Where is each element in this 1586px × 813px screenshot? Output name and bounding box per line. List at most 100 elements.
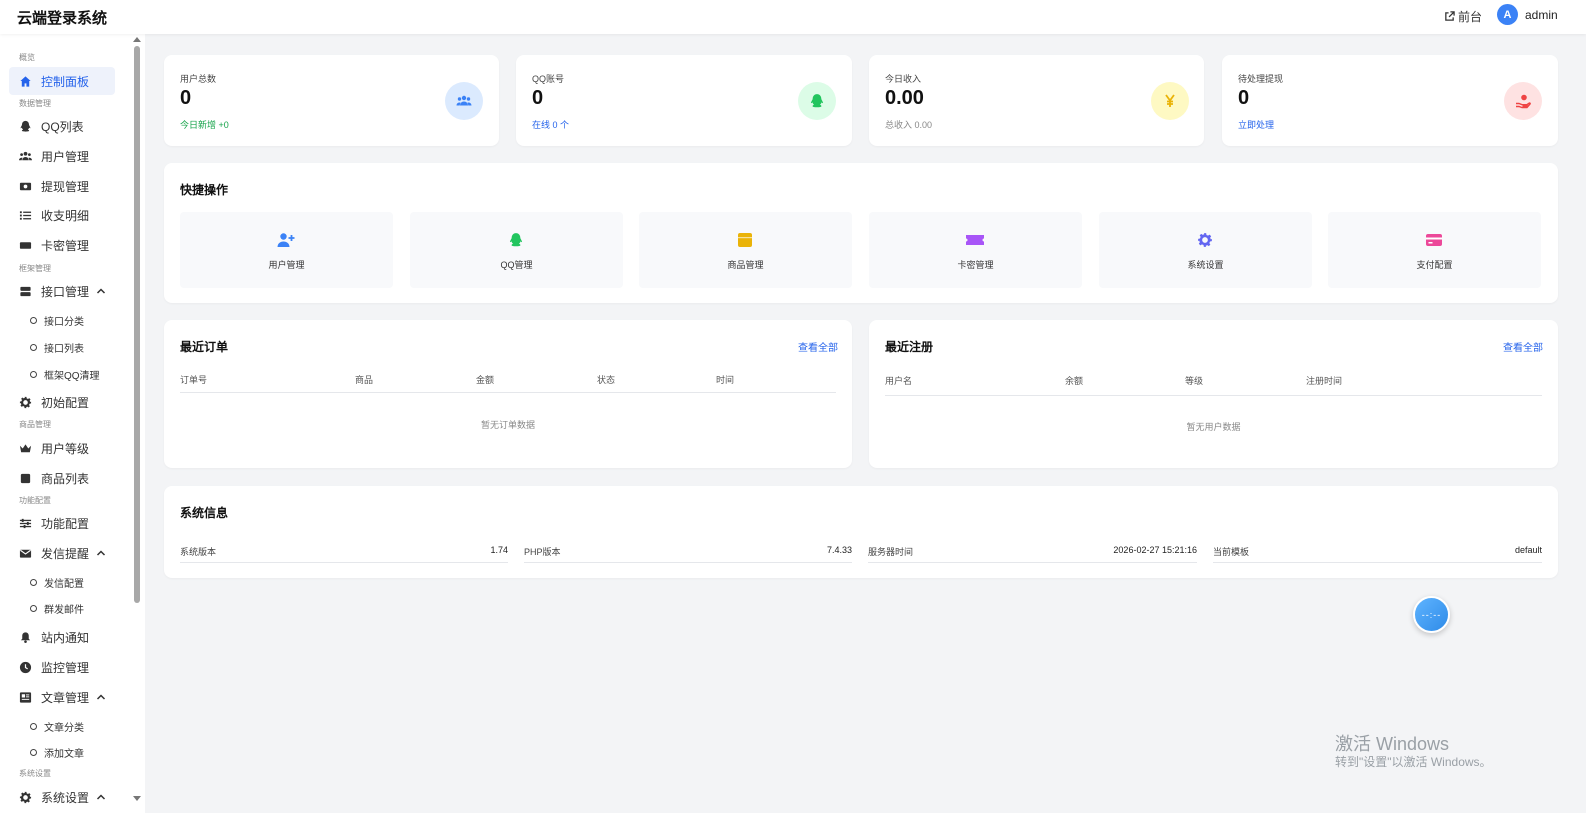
quick-action-payment[interactable]: 支付配置 (1328, 212, 1541, 288)
sidebar-section-system: 系统设置 (19, 769, 51, 778)
scroll-down-arrow[interactable] (133, 796, 141, 801)
sidebar-item-label: 商品列表 (41, 471, 90, 486)
sidebar-item-label: 文章管理 (41, 690, 90, 705)
sidebar-subitem-label: 框架QQ清理 (44, 370, 100, 382)
system-info-label: 系统版本 (180, 547, 217, 557)
sidebar-section-framework: 框架管理 (19, 264, 51, 273)
sidebar-subitem-api-category[interactable]: 接口分类 (30, 310, 84, 330)
sidebar-subitem-label: 文章分类 (44, 722, 84, 734)
quick-action-label: QQ管理 (500, 260, 533, 270)
circle-icon (30, 748, 37, 756)
qq-icon (798, 82, 836, 120)
registrations-view-all-link[interactable]: 查看全部 (1503, 339, 1543, 354)
sidebar-item-withdraw[interactable]: 提现管理 (9, 172, 115, 200)
quick-action-label: 商品管理 (727, 260, 764, 270)
divider (1213, 562, 1542, 563)
list-icon (19, 210, 32, 220)
sliders-icon (19, 518, 32, 528)
sidebar-item-users[interactable]: 用户管理 (9, 142, 115, 170)
sidebar-subitem-article-category[interactable]: 文章分类 (30, 716, 84, 736)
sidebar-subitem-api-list[interactable]: 接口列表 (30, 337, 84, 357)
sidebar-item-articles[interactable]: 文章管理 (9, 683, 115, 711)
divider (180, 562, 508, 563)
sidebar-item-system-settings[interactable]: 系统设置 (9, 783, 115, 811)
sidebar-subitem-bulk-mail[interactable]: 群发邮件 (30, 598, 84, 618)
sidebar-item-init-config[interactable]: 初始配置 (9, 388, 115, 416)
scrollbar-thumb[interactable] (134, 46, 140, 603)
sidebar-subitem-frame-qq-clean[interactable]: 框架QQ清理 (30, 364, 100, 384)
sidebar-item-mail-remind[interactable]: 发信提醒 (9, 539, 115, 567)
sidebar-section-overview: 概览 (19, 53, 35, 62)
process-now-link[interactable]: 立即处理 (1238, 118, 1274, 131)
top-header: 云端登录系统 前台 A admin (0, 0, 1586, 34)
sidebar-item-label: QQ列表 (41, 119, 84, 134)
quick-action-cards[interactable]: 卡密管理 (869, 212, 1082, 288)
divider (868, 562, 1197, 563)
quick-action-label: 卡密管理 (957, 260, 994, 270)
table-header: 注册时间 (1306, 376, 1343, 386)
stat-value: 0 (1238, 87, 1250, 109)
sidebar-section-feature: 功能配置 (19, 496, 51, 505)
sidebar-item-monitor[interactable]: 监控管理 (9, 653, 115, 681)
quick-action-settings[interactable]: 系统设置 (1099, 212, 1312, 288)
sidebar-subitem-label: 接口列表 (44, 343, 84, 355)
external-link-icon (1445, 11, 1455, 21)
sidebar-item-api[interactable]: 接口管理 (9, 277, 115, 305)
stat-label: 用户总数 (180, 74, 217, 84)
system-info-value: 1.74 (490, 545, 508, 555)
circle-icon (30, 722, 37, 730)
sidebar-item-feature-config[interactable]: 功能配置 (9, 509, 115, 537)
quick-action-users[interactable]: 用户管理 (180, 212, 393, 288)
floating-action-button[interactable]: --:-- (1413, 596, 1450, 633)
stat-sub: 今日新增 +0 (180, 120, 229, 130)
app-brand[interactable]: 云端登录系统 (17, 7, 107, 28)
sidebar-item-goods-list[interactable]: 商品列表 (9, 464, 115, 492)
newspaper-icon (19, 691, 32, 703)
sidebar-item-cards[interactable]: 卡密管理 (9, 231, 115, 259)
scroll-up-arrow[interactable] (133, 37, 141, 42)
yen-icon (1151, 82, 1189, 120)
stat-sub[interactable]: 在线 0 个 (532, 118, 569, 131)
quick-action-goods[interactable]: 商品管理 (639, 212, 852, 288)
recent-registrations-title: 最近注册 (885, 340, 934, 354)
box-icon (20, 473, 31, 483)
sidebar-item-label: 用户等级 (41, 441, 90, 456)
hand-coin-icon (1504, 82, 1542, 120)
system-info-value: 7.4.33 (826, 545, 852, 555)
sidebar-item-qq-list[interactable]: QQ列表 (9, 112, 115, 140)
stat-value: 0.00 (885, 87, 924, 109)
sidebar-item-ledger[interactable]: 收支明细 (9, 201, 115, 229)
sidebar-subitem-add-article[interactable]: 添加文章 (30, 742, 84, 762)
quick-action-qq[interactable]: QQ管理 (410, 212, 623, 288)
avatar[interactable]: A (1497, 4, 1518, 25)
orders-view-all-link[interactable]: 查看全部 (798, 339, 838, 354)
gear-icon (1198, 233, 1212, 247)
chevron-up-icon (96, 694, 106, 700)
sidebar-scrollbar[interactable] (132, 34, 142, 813)
box-icon (738, 233, 752, 247)
circle-icon (30, 578, 37, 586)
users-icon (19, 151, 32, 160)
quick-action-label: 系统设置 (1187, 260, 1224, 270)
sidebar-subitem-mail-config[interactable]: 发信配置 (30, 572, 84, 592)
sidebar-item-user-level[interactable]: 用户等级 (9, 434, 115, 462)
front-link[interactable]: 前台 (1444, 8, 1482, 25)
stat-value: 0 (532, 87, 544, 109)
table-header: 用户名 (885, 376, 913, 386)
recent-registrations-card: 最近注册 查看全部 用户名 余额 等级 注册时间 暂无用户数据 (869, 320, 1558, 468)
money-icon (19, 182, 32, 190)
sidebar-item-label: 初始配置 (41, 395, 90, 410)
sidebar-item-label: 收支明细 (41, 208, 90, 223)
registrations-empty-text: 暂无用户数据 (1186, 422, 1241, 432)
gear-icon (19, 791, 32, 803)
quick-action-label: 用户管理 (268, 260, 305, 270)
sidebar-item-label: 系统设置 (41, 790, 90, 805)
sidebar-item-dashboard[interactable]: 控制面板 (9, 67, 115, 95)
quick-actions-title: 快捷操作 (180, 183, 229, 197)
clock-icon (19, 661, 32, 673)
circle-icon (30, 370, 37, 378)
username[interactable]: admin (1525, 8, 1558, 22)
sidebar-item-notice[interactable]: 站内通知 (9, 623, 115, 651)
bell-icon (20, 631, 31, 643)
server-icon (20, 286, 31, 296)
